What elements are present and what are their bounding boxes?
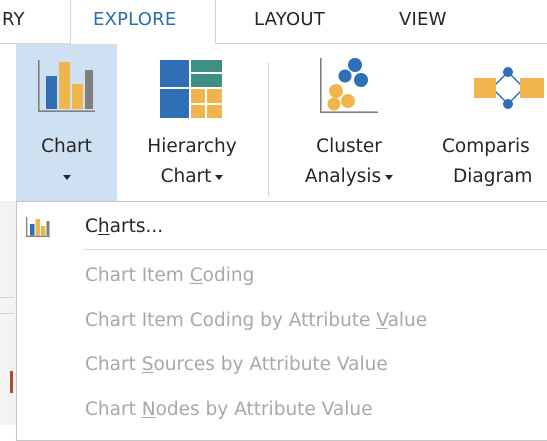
- cluster-analysis-button[interactable]: Cluster Analysis: [284, 44, 414, 201]
- treemap-icon: [160, 60, 222, 118]
- comparison-diagram-button[interactable]: Comparis Diagram: [430, 44, 547, 201]
- hierarchy-chart-label-line2: Chart: [160, 166, 212, 187]
- ribbon-tab-strip: RY EXPLORE LAYOUT VIEW: [0, 0, 547, 44]
- menu-item-chart-nodes-by-attribute[interactable]: Chart Nodes by Attribute Value: [17, 390, 547, 430]
- hierarchy-chart-label-line1: Hierarchy: [147, 136, 237, 157]
- comparison-diagram-label-line1: Comparis: [442, 136, 530, 157]
- chart-button[interactable]: Chart: [16, 44, 117, 201]
- background-divider: [0, 297, 14, 298]
- tab-layout[interactable]: LAYOUT: [254, 9, 325, 30]
- tab-query[interactable]: RY: [2, 9, 25, 30]
- cluster-icon: [320, 58, 378, 113]
- menu-item-charts[interactable]: Charts...: [17, 207, 547, 247]
- bar-chart-icon: [26, 217, 50, 237]
- comparison-diagram-label-line2: Diagram: [453, 166, 533, 187]
- hierarchy-chart-button[interactable]: Hierarchy Chart: [122, 44, 262, 201]
- menu-item-chart-sources-by-attribute[interactable]: Chart Sources by Attribute Value: [17, 345, 547, 385]
- menu-item-chart-sources-by-attribute-label: Chart Sources by Attribute Value: [85, 354, 388, 375]
- tab-explore[interactable]: EXPLORE: [93, 9, 176, 30]
- tab-view[interactable]: VIEW: [399, 9, 447, 30]
- background-pane-edge: [0, 201, 16, 425]
- menu-item-chart-nodes-by-attribute-label: Chart Nodes by Attribute Value: [85, 399, 373, 420]
- cluster-analysis-label-line1: Cluster: [316, 136, 382, 157]
- background-marker: [10, 371, 13, 393]
- chart-dropdown-menu: Charts... Chart Item Coding Chart Item C…: [16, 201, 547, 441]
- menu-separator: [83, 249, 547, 250]
- chevron-down-icon: [215, 174, 224, 180]
- comparison-diagram-icon: [474, 67, 544, 109]
- chevron-down-icon: [385, 174, 394, 180]
- background-divider: [0, 313, 14, 314]
- menu-item-chart-item-coding[interactable]: Chart Item Coding: [17, 256, 547, 296]
- menu-item-chart-item-coding-label: Chart Item Coding: [85, 265, 255, 286]
- chart-button-label: Chart: [41, 136, 92, 157]
- menu-item-chart-item-coding-by-attribute[interactable]: Chart Item Coding by Attribute Value: [17, 301, 547, 341]
- bar-chart-icon: [38, 60, 95, 112]
- chart-button-dropdown: [16, 166, 117, 187]
- ribbon-panel: Chart Hierarchy Chart Cluster Analysis C…: [0, 44, 547, 201]
- cluster-analysis-label-line2: Analysis: [304, 166, 382, 187]
- menu-item-charts-label: Charts...: [85, 216, 164, 237]
- ribbon-group-separator: [268, 62, 269, 197]
- chevron-down-icon: [62, 174, 71, 180]
- menu-item-chart-item-coding-by-attribute-label: Chart Item Coding by Attribute Value: [85, 310, 428, 331]
